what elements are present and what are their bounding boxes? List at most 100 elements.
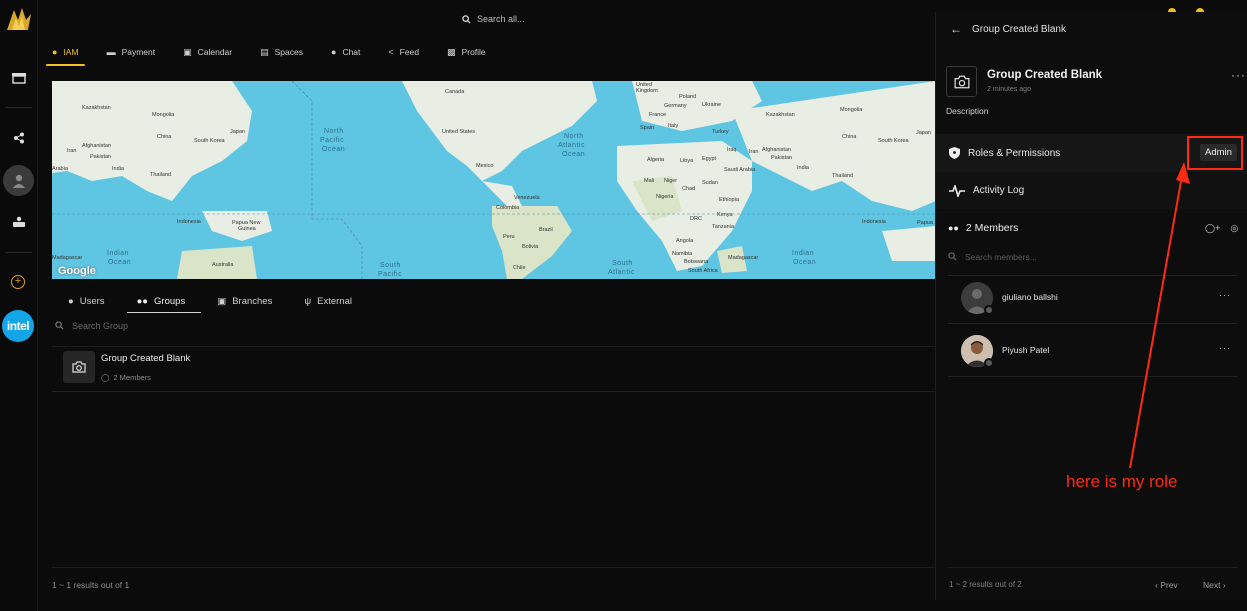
more-options-icon[interactable]: ···: [1231, 68, 1246, 82]
panel-title: Group Created Blank: [972, 23, 1066, 35]
main-nav: ● IAM ▬ Payment ▣ Calendar ▤ Spaces ● Ch…: [38, 40, 500, 66]
svg-text:Kingdom: Kingdom: [636, 88, 658, 94]
svg-text:Pakistan: Pakistan: [90, 154, 111, 160]
svg-text:Mongolia: Mongolia: [840, 107, 863, 113]
svg-text:Thailand: Thailand: [832, 173, 853, 179]
share-icon: <: [388, 47, 394, 57]
activity-log-row[interactable]: Activity Log: [936, 172, 1247, 209]
tab-calendar[interactable]: ▣ Calendar: [169, 40, 246, 64]
more-options-icon[interactable]: ···: [1219, 343, 1231, 353]
team-icon[interactable]: [9, 212, 29, 232]
tab-chat[interactable]: ● Chat: [317, 40, 374, 64]
add-user-icon[interactable]: ◯+: [1205, 223, 1220, 234]
svg-text:South: South: [612, 260, 633, 267]
map-canvas: Kazakhstan Mongolia China Japan South Ko…: [52, 81, 936, 279]
svg-text:Mexico: Mexico: [476, 163, 493, 169]
svg-text:Thailand: Thailand: [150, 172, 171, 178]
global-search-placeholder: Search all...: [477, 14, 525, 24]
tab-label: Spaces: [274, 47, 303, 57]
svg-text:Indonesia: Indonesia: [862, 219, 887, 225]
svg-text:Iran: Iran: [749, 149, 758, 155]
divider: [52, 567, 936, 568]
share-icon[interactable]: [9, 128, 29, 148]
tab-groups[interactable]: ●● Groups: [121, 290, 202, 313]
card-icon: ▬: [106, 47, 116, 57]
annotation-arrow: [1129, 162, 1190, 469]
rail-divider: [6, 252, 32, 253]
svg-text:Italy: Italy: [668, 123, 678, 129]
tab-label: Calendar: [197, 47, 233, 57]
chat-icon: ●: [331, 47, 337, 57]
org-intel-avatar[interactable]: intel: [2, 310, 34, 342]
svg-text:Canada: Canada: [445, 89, 465, 95]
members-pagination-summary: 1 ~ 2 results out of 2: [949, 580, 1022, 589]
svg-text:Mali: Mali: [644, 178, 654, 184]
svg-text:Ukraine: Ukraine: [702, 102, 721, 108]
camera-icon[interactable]: [946, 66, 977, 97]
svg-text:Chad: Chad: [682, 186, 695, 192]
rail-divider: [6, 107, 32, 108]
svg-text:Nigeria: Nigeria: [656, 194, 674, 200]
member-name: Piyush Patel: [1002, 345, 1050, 355]
svg-text:Japan: Japan: [230, 129, 245, 135]
svg-text:Indonesia: Indonesia: [177, 219, 202, 225]
world-map[interactable]: Kazakhstan Mongolia China Japan South Ko…: [52, 81, 936, 279]
global-search[interactable]: Search all...: [462, 11, 662, 27]
group-search-placeholder: Search Group: [72, 320, 129, 331]
prev-button[interactable]: ‹ Prev: [1155, 580, 1178, 590]
svg-text:Kazakhstan: Kazakhstan: [766, 112, 795, 118]
status-badge: [984, 358, 994, 368]
svg-text:Ethiopia: Ethiopia: [719, 197, 740, 203]
more-options-icon[interactable]: ···: [1219, 290, 1231, 300]
tab-users[interactable]: ● Users: [52, 290, 121, 312]
svg-text:Brazil: Brazil: [539, 227, 553, 233]
member-count-label: 2 Members: [113, 373, 151, 382]
user-avatar[interactable]: [3, 165, 34, 196]
tab-feed[interactable]: < Feed: [374, 40, 433, 64]
svg-text:Arabia: Arabia: [52, 166, 69, 172]
svg-text:Libya: Libya: [680, 158, 694, 164]
svg-text:India: India: [797, 165, 810, 171]
tab-branches[interactable]: ▣ Branches: [201, 290, 288, 312]
svg-text:India: India: [112, 166, 125, 172]
members-actions: ◯+ ◎: [1205, 223, 1238, 234]
svg-text:Kenya: Kenya: [717, 212, 734, 218]
svg-text:Japan: Japan: [916, 130, 931, 136]
list-item[interactable]: Group Created Blank ◯ 2 Members: [52, 343, 936, 392]
next-label: Next: [1203, 580, 1221, 590]
tab-spaces[interactable]: ▤ Spaces: [246, 40, 317, 64]
member-name: giuliano ballshi: [1002, 292, 1058, 302]
globe-icon[interactable]: ◎: [1230, 223, 1238, 234]
brand-logo[interactable]: [4, 4, 34, 34]
left-rail: + intel: [0, 0, 38, 611]
svg-text:United States: United States: [442, 129, 475, 135]
svg-text:North: North: [564, 133, 584, 140]
activity-label: Activity Log: [973, 185, 1025, 196]
svg-text:Ocean: Ocean: [562, 151, 585, 158]
add-org-icon[interactable]: +: [11, 275, 25, 289]
svg-text:China: China: [157, 134, 172, 140]
svg-text:Chile: Chile: [513, 265, 526, 271]
iam-subtabs: ● Users ●● Groups ▣ Branches ψ External: [52, 290, 368, 313]
calendar-icon: ▣: [183, 46, 192, 57]
svg-text:Bolivia: Bolivia: [522, 244, 539, 250]
camera-icon: [63, 351, 95, 383]
store-icon[interactable]: [9, 68, 29, 88]
svg-text:Sudan: Sudan: [702, 180, 718, 186]
group-summary: Group Created Blank 2 minutes ago ···: [946, 66, 1246, 104]
tab-iam[interactable]: ● IAM: [38, 40, 93, 66]
svg-text:Atlantic: Atlantic: [558, 142, 585, 149]
tab-profile[interactable]: ▩ Profile: [433, 40, 500, 64]
svg-text:Madagascar: Madagascar: [728, 255, 758, 261]
svg-text:Germany: Germany: [664, 103, 687, 109]
svg-text:Colombia: Colombia: [496, 205, 520, 211]
back-arrow-icon[interactable]: ←: [950, 22, 962, 36]
tab-payment[interactable]: ▬ Payment: [93, 40, 170, 64]
svg-text:France: France: [649, 112, 666, 118]
tab-external[interactable]: ψ External: [288, 290, 368, 312]
members-count: 2 Members: [965, 222, 1019, 234]
svg-text:Pacific: Pacific: [378, 271, 402, 278]
next-button[interactable]: Next ›: [1203, 580, 1226, 590]
tab-label: Profile: [461, 47, 486, 57]
tab-label: Users: [79, 295, 105, 307]
